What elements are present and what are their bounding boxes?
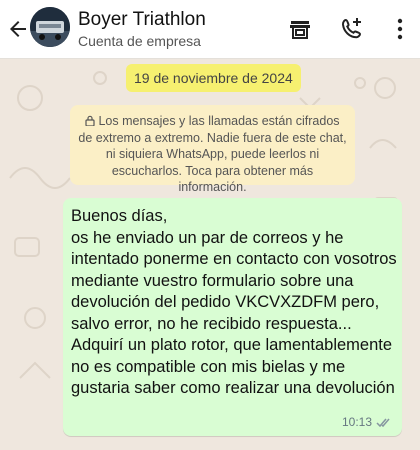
business-account-label[interactable]: Cuenta de empresa [78,33,201,49]
lock-icon [85,115,96,126]
back-arrow-icon[interactable] [6,17,30,41]
encryption-notice-text: Los mensajes y las llamadas están cifrad… [78,114,347,194]
message-text: Buenos días, os he enviado un par de cor… [71,207,397,397]
outgoing-message[interactable]: Buenos días, os he enviado un par de cor… [63,198,402,436]
avatar-image [30,7,70,47]
chat-header: Boyer Triathlon Cuenta de empresa [0,0,420,59]
date-separator: 19 de noviembre de 2024 [126,64,301,92]
encryption-notice[interactable]: Los mensajes y las llamadas están cifrad… [70,105,355,194]
read-ticks-icon [376,418,390,428]
message-time: 10:13 [341,415,372,429]
avatar[interactable] [30,7,70,47]
add-call-icon[interactable] [339,16,365,42]
more-vert-icon[interactable] [393,16,407,42]
contact-name[interactable]: Boyer Triathlon [78,9,206,31]
storefront-icon[interactable] [287,16,313,42]
